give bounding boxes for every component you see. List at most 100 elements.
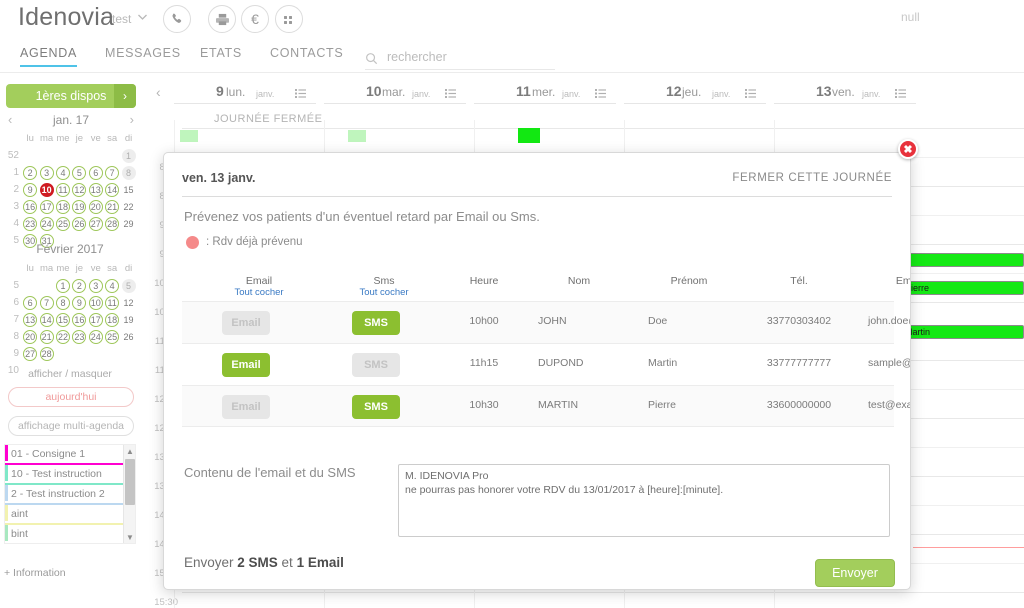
agenda-availability-block[interactable] <box>348 130 366 142</box>
day-header[interactable]: 10 mar. janv. <box>324 82 466 104</box>
appointment-block[interactable]: Pierre <box>900 281 1024 295</box>
calendar-day-cell[interactable]: 29 <box>120 217 136 231</box>
calendar-day-cell[interactable]: 4 <box>104 278 120 293</box>
calendar-day-cell[interactable]: 27 <box>88 216 104 231</box>
calendar-day-cell[interactable]: 11 <box>104 295 120 310</box>
euro-icon[interactable]: € <box>241 5 269 33</box>
phone-icon[interactable] <box>163 5 191 33</box>
apps-grid-icon[interactable] <box>275 5 303 33</box>
search-input[interactable] <box>385 49 553 65</box>
calendar-day-cell[interactable]: 7 <box>38 295 54 310</box>
today-button[interactable]: aujourd'hui <box>8 387 134 407</box>
sms-toggle-chip[interactable]: SMS <box>352 353 400 377</box>
scroll-down-icon[interactable]: ▼ <box>124 531 135 543</box>
day-list-view-icon[interactable] <box>445 85 456 103</box>
calendar-day-cell[interactable]: 9 <box>22 182 38 197</box>
calendar-day-cell[interactable]: 17 <box>38 199 54 214</box>
calendar-day-cell[interactable]: 26 <box>71 216 87 231</box>
calendar-day-cell[interactable]: 11 <box>55 182 71 197</box>
calendar-day-cell[interactable]: 12 <box>120 296 136 310</box>
calendar-day-cell[interactable]: 14 <box>104 182 120 197</box>
multi-agenda-button[interactable]: affichage multi-agenda <box>8 416 134 436</box>
calendar-day-cell[interactable]: 27 <box>22 346 38 361</box>
calendar-day-cell[interactable]: 22 <box>120 200 136 214</box>
day-header[interactable]: 12 jeu. janv. <box>624 82 766 104</box>
calendar-day-cell[interactable]: 25 <box>104 329 120 344</box>
brand-account-label[interactable]: test <box>112 12 131 26</box>
previous-week-icon[interactable]: ‹ <box>156 84 161 100</box>
calendar-day-cell[interactable]: 5 <box>71 165 87 180</box>
calendar-day-cell[interactable]: 15 <box>120 183 136 197</box>
calendar-day-cell[interactable]: 10 <box>88 295 104 310</box>
search-box[interactable] <box>365 49 555 70</box>
close-modal-button[interactable]: ✖ <box>898 139 918 159</box>
sms-toggle-chip[interactable]: SMS <box>352 395 400 419</box>
calendar-day-cell[interactable]: 28 <box>104 216 120 231</box>
show-hide-link[interactable]: afficher / masquer <box>0 368 140 380</box>
message-content-textarea[interactable] <box>398 464 890 537</box>
calendar-day-cell[interactable]: 1 <box>55 278 71 293</box>
calendar-day-cell[interactable]: 26 <box>120 330 136 344</box>
calendar-day-cell[interactable]: 8 <box>120 165 136 180</box>
check-all-link[interactable]: Tout cocher <box>324 287 444 299</box>
information-link[interactable]: + Information <box>4 567 66 579</box>
chevron-down-icon[interactable] <box>138 11 147 23</box>
tab-contacts[interactable]: CONTACTS <box>270 46 343 60</box>
instruction-item[interactable]: aint <box>5 505 124 525</box>
mini-calendar-january[interactable]: lumamejevesadi52000000112345678291011121… <box>2 130 140 249</box>
calendar-day-cell[interactable]: 21 <box>38 329 54 344</box>
calendar-day-cell[interactable]: 28 <box>38 346 54 361</box>
check-all-link[interactable]: Tout cocher <box>194 287 324 299</box>
instruction-item[interactable]: 2 - Test instruction 2 <box>5 485 124 505</box>
next-month-icon[interactable]: › <box>130 112 134 127</box>
day-header[interactable]: 9 lun. janv. <box>174 82 316 104</box>
instruction-item[interactable]: 10 - Test instruction <box>5 465 124 485</box>
first-availability-button[interactable]: 1ères dispos › <box>6 84 136 108</box>
agenda-availability-block[interactable] <box>518 128 540 143</box>
email-toggle-chip[interactable]: Email <box>222 395 270 419</box>
calendar-day-cell[interactable]: 25 <box>55 216 71 231</box>
calendar-day-cell[interactable]: 20 <box>22 329 38 344</box>
close-this-day-link[interactable]: FERMER CETTE JOURNÉE <box>732 172 892 184</box>
sms-toggle-chip[interactable]: SMS <box>352 311 400 335</box>
calendar-day-cell[interactable]: 19 <box>120 313 136 327</box>
calendar-day-cell[interactable]: 23 <box>71 329 87 344</box>
scrollbar-thumb[interactable] <box>125 459 135 505</box>
calendar-day-cell[interactable]: 19 <box>71 199 87 214</box>
calendar-day-cell[interactable]: 18 <box>55 199 71 214</box>
calendar-day-cell[interactable]: 20 <box>88 199 104 214</box>
calendar-day-cell[interactable]: 13 <box>22 312 38 327</box>
calendar-day-cell[interactable]: 10 <box>38 182 54 197</box>
email-toggle-chip[interactable]: Email <box>222 353 270 377</box>
day-header[interactable]: 11 mer. janv. <box>474 82 616 104</box>
email-toggle-chip[interactable]: Email <box>222 311 270 335</box>
calendar-day-cell[interactable]: 23 <box>22 216 38 231</box>
tab-agenda[interactable]: AGENDA <box>20 46 77 67</box>
day-list-view-icon[interactable] <box>895 85 906 103</box>
tab-etats[interactable]: ETATS <box>200 46 242 60</box>
calendar-day-cell[interactable]: 15 <box>55 312 71 327</box>
calendar-day-cell[interactable]: 6 <box>88 165 104 180</box>
calendar-day-cell[interactable]: 13 <box>88 182 104 197</box>
calendar-day-cell[interactable]: 14 <box>38 312 54 327</box>
appointment-block[interactable]: e <box>900 253 1024 267</box>
send-button[interactable]: Envoyer <box>815 559 895 587</box>
calendar-day-cell[interactable]: 3 <box>38 165 54 180</box>
printer-icon[interactable] <box>208 5 236 33</box>
calendar-day-cell[interactable]: 5 <box>120 278 136 293</box>
day-list-view-icon[interactable] <box>595 85 606 103</box>
calendar-day-cell[interactable]: 7 <box>104 165 120 180</box>
instructions-scrollbar[interactable]: ▲ ▼ <box>123 445 135 543</box>
calendar-day-cell[interactable]: 1 <box>120 148 136 163</box>
calendar-day-cell[interactable]: 8 <box>55 295 71 310</box>
calendar-day-cell[interactable]: 3 <box>88 278 104 293</box>
calendar-day-cell[interactable]: 2 <box>71 278 87 293</box>
calendar-day-cell[interactable]: 9 <box>71 295 87 310</box>
first-availability-arrow-icon[interactable]: › <box>114 84 136 108</box>
instruction-item[interactable]: 01 - Consigne 1 <box>5 445 124 465</box>
appointment-block[interactable]: Martin <box>900 325 1024 339</box>
day-list-view-icon[interactable] <box>745 85 756 103</box>
calendar-day-cell[interactable]: 17 <box>88 312 104 327</box>
scroll-up-icon[interactable]: ▲ <box>124 445 135 459</box>
calendar-day-cell[interactable]: 24 <box>88 329 104 344</box>
